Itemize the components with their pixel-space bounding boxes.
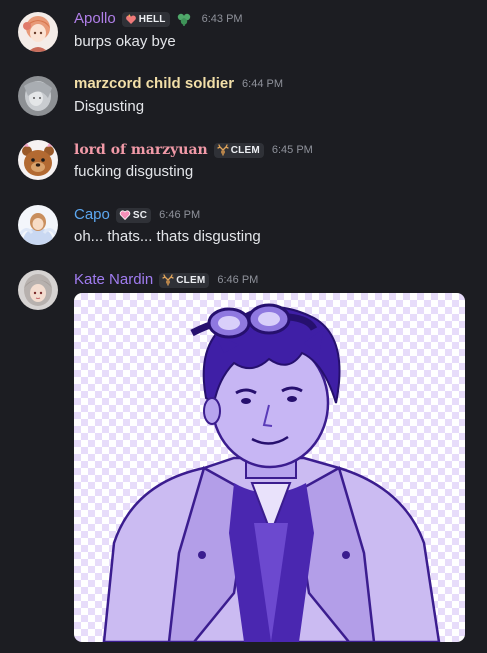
name-line: Apollo HELL 6:43 PM <box>74 9 243 29</box>
role-tag-label: CLEM <box>176 274 206 286</box>
name-line: Capo SC 6:46 PM <box>74 205 200 225</box>
timestamp: 6:46 PM <box>217 274 259 286</box>
role-tag[interactable]: CLEM <box>213 142 264 158</box>
chat-message-list: Apollo HELL 6:43 PM burps okay bye marzc… <box>0 0 487 653</box>
message-text: fucking disgusting <box>74 163 194 180</box>
antlers-icon <box>217 144 229 156</box>
avatar[interactable] <box>18 140 58 180</box>
role-tag-label: HELL <box>138 13 166 25</box>
name-line: lord of marzyuan CLEM 6:45 PM <box>74 140 313 160</box>
antlers-icon <box>162 274 174 286</box>
name-line: Kate Nardin CLEM 6:46 PM <box>74 270 258 290</box>
avatar[interactable] <box>18 205 58 245</box>
role-tag[interactable]: HELL <box>121 11 170 27</box>
username[interactable]: lord of marzyuan <box>74 140 208 160</box>
username[interactable]: marzcord child soldier <box>74 74 234 94</box>
role-tag[interactable]: CLEM <box>159 272 210 288</box>
role-tag-label: CLEM <box>230 144 260 156</box>
clover-icon <box>177 13 190 26</box>
name-line: marzcord child soldier 6:44 PM <box>74 74 283 94</box>
message-text: Disgusting <box>74 98 145 115</box>
username[interactable]: Apollo <box>74 9 116 29</box>
role-tag[interactable]: SC <box>115 207 152 223</box>
role-tag-label: SC <box>132 209 148 221</box>
username[interactable]: Kate Nardin <box>74 270 153 290</box>
timestamp: 6:45 PM <box>271 144 313 156</box>
username[interactable]: Capo <box>74 205 110 225</box>
heart-icon <box>119 210 131 221</box>
avatar[interactable] <box>18 12 58 52</box>
image-attachment[interactable] <box>74 293 465 642</box>
avatar[interactable] <box>18 76 58 116</box>
message-text: oh... thats... thats disgusting <box>74 228 261 245</box>
flame-heart-icon <box>125 14 136 24</box>
timestamp: 6:46 PM <box>159 209 201 221</box>
timestamp: 6:44 PM <box>242 78 284 90</box>
timestamp: 6:43 PM <box>201 13 243 25</box>
avatar[interactable] <box>18 270 58 310</box>
message-text: burps okay bye <box>74 33 176 50</box>
character-illustration <box>102 303 441 642</box>
